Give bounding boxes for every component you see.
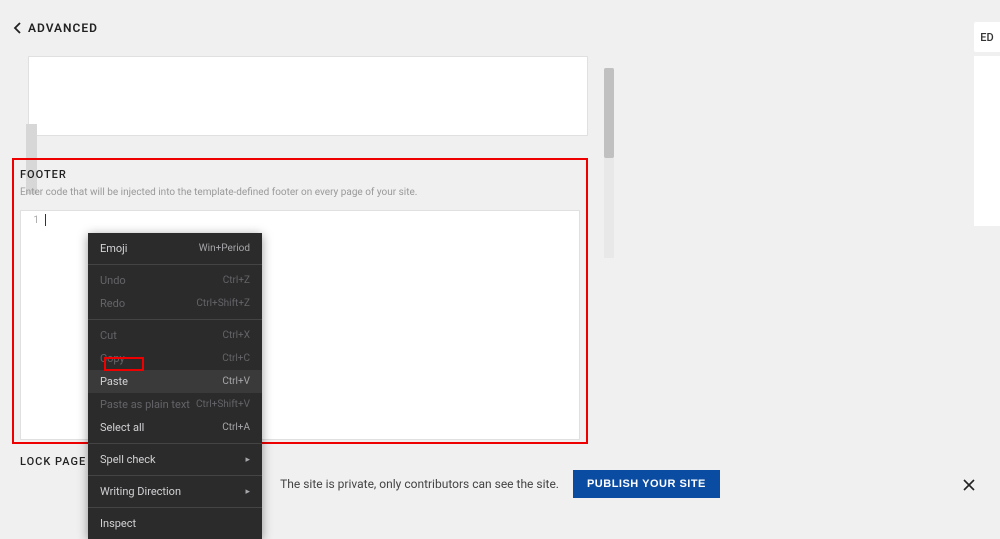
context-menu-item-emoji[interactable]: Emoji Win+Period — [88, 237, 262, 260]
menu-separator — [88, 319, 262, 320]
text-cursor — [45, 214, 46, 226]
sidebar-tab-label: ED — [980, 31, 993, 44]
menu-item-shortcut: Win+Period — [199, 243, 250, 254]
context-menu-item-copy: Copy Ctrl+C — [88, 347, 262, 370]
menu-item-label: Undo — [100, 274, 126, 287]
menu-item-label: Paste — [100, 375, 128, 388]
sidebar-tab[interactable]: ED — [974, 22, 1000, 52]
context-menu-item-writing-direction[interactable]: Writing Direction ▸ — [88, 480, 262, 503]
header-code-editor[interactable] — [28, 56, 588, 136]
menu-item-shortcut: Ctrl+Shift+Z — [196, 298, 250, 309]
menu-item-label: Paste as plain text — [100, 398, 190, 411]
menu-item-label: Cut — [100, 329, 117, 342]
menu-item-label: Select all — [100, 421, 144, 434]
close-icon[interactable] — [960, 476, 978, 494]
page-title[interactable]: ADVANCED — [28, 21, 98, 35]
publish-button[interactable]: PUBLISH YOUR SITE — [573, 470, 720, 498]
menu-item-label: Writing Direction — [100, 485, 181, 498]
menu-separator — [88, 507, 262, 508]
scrollbar-track[interactable] — [604, 68, 614, 258]
menu-item-shortcut: Ctrl+C — [222, 353, 250, 364]
line-number: 1 — [25, 215, 39, 226]
footer-label: FOOTER — [20, 168, 580, 181]
context-menu-item-redo: Redo Ctrl+Shift+Z — [88, 292, 262, 315]
context-menu: Emoji Win+Period Undo Ctrl+Z Redo Ctrl+Shift+… — [88, 233, 262, 539]
chevron-right-icon: ▸ — [245, 487, 250, 497]
context-menu-item-paste-as-plain-text: Paste as plain text Ctrl+Shift+V — [88, 393, 262, 416]
chevron-right-icon: ▸ — [245, 455, 250, 465]
context-menu-item-inspect[interactable]: Inspect — [88, 512, 262, 535]
scrollbar-thumb[interactable] — [604, 68, 614, 158]
context-menu-item-select-all[interactable]: Select all Ctrl+A — [88, 416, 262, 439]
menu-separator — [88, 443, 262, 444]
lock-page-label: LOCK PAGE — [20, 455, 86, 468]
context-menu-item-paste[interactable]: Paste Ctrl+V — [88, 370, 262, 393]
menu-item-label: Inspect — [100, 517, 136, 530]
menu-separator — [88, 475, 262, 476]
menu-item-shortcut: Ctrl+A — [222, 422, 250, 433]
menu-item-label: Emoji — [100, 242, 127, 255]
footer-description: Enter code that will be injected into th… — [20, 187, 580, 198]
menu-item-shortcut: Ctrl+X — [222, 330, 250, 341]
menu-item-shortcut: Ctrl+Shift+V — [196, 399, 250, 410]
context-menu-item-undo: Undo Ctrl+Z — [88, 269, 262, 292]
header: ADVANCED — [0, 0, 1000, 56]
chevron-left-icon[interactable] — [10, 20, 26, 36]
menu-item-shortcut: Ctrl+V — [222, 376, 250, 387]
context-menu-item-cut: Cut Ctrl+X — [88, 324, 262, 347]
content-area — [0, 56, 1000, 136]
context-menu-item-spell-check[interactable]: Spell check ▸ — [88, 448, 262, 471]
menu-item-label: Copy — [100, 352, 125, 365]
privacy-text: The site is private, only contributors c… — [280, 477, 559, 491]
menu-separator — [88, 264, 262, 265]
menu-item-shortcut: Ctrl+Z — [223, 275, 250, 286]
menu-item-label: Redo — [100, 297, 125, 310]
menu-item-label: Spell check — [100, 453, 156, 466]
